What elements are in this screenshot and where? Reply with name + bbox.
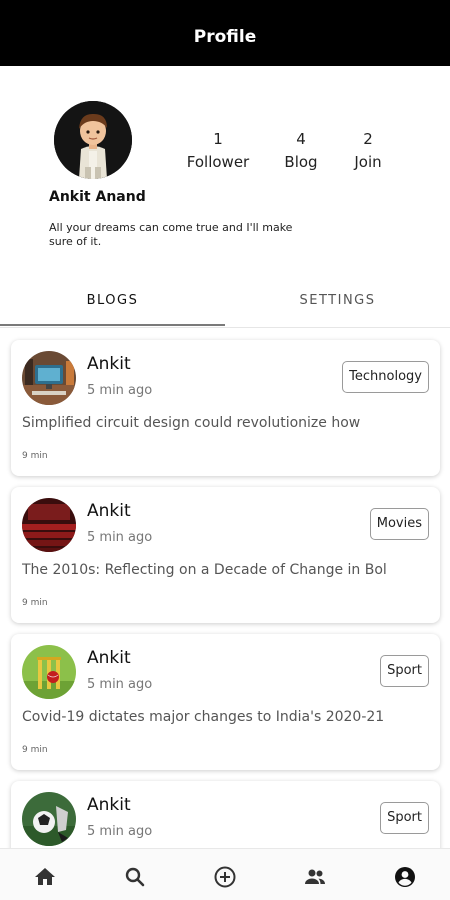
- stat-followers-label: Follower: [186, 153, 250, 171]
- cartoon-avatar-icon: [54, 101, 132, 179]
- stat-followers[interactable]: 1 Follower: [186, 129, 250, 175]
- blog-card[interactable]: Ankit 5 min ago Sport Covid-19 dictates …: [11, 634, 440, 770]
- card-title: Simplified circuit design could revoluti…: [22, 415, 361, 431]
- card-author: Ankit: [87, 795, 131, 815]
- page-title: Profile: [193, 27, 257, 47]
- cinema-thumbnail-icon: [22, 498, 76, 552]
- read-time: 9 min: [22, 745, 48, 755]
- football-thumbnail-icon: [22, 792, 76, 846]
- blog-feed[interactable]: Ankit 5 min ago Technology Simplified ci…: [0, 328, 450, 848]
- stat-followers-count: 1: [213, 130, 223, 148]
- tab-settings[interactable]: SETTINGS: [225, 280, 450, 326]
- profile-name: Ankit Anand: [49, 189, 146, 205]
- card-author: Ankit: [87, 501, 131, 521]
- account-circle-icon[interactable]: [393, 865, 417, 889]
- add-circle-icon[interactable]: [213, 865, 237, 889]
- blog-card[interactable]: Ankit 5 min ago Sport: [11, 781, 440, 848]
- category-chip[interactable]: Sport: [380, 655, 429, 687]
- card-timestamp: 5 min ago: [87, 383, 153, 398]
- profile-tabs: BLOGS SETTINGS: [0, 280, 450, 328]
- tab-active-indicator: [0, 324, 225, 326]
- profile-bio: All your dreams can come true and I'll m…: [49, 221, 293, 248]
- category-chip[interactable]: Technology: [342, 361, 429, 393]
- stat-joins-count: 2: [363, 130, 373, 148]
- stat-joins[interactable]: 2 Join: [348, 129, 388, 175]
- read-time: 9 min: [22, 451, 48, 461]
- read-time: 9 min: [22, 598, 48, 608]
- category-chip[interactable]: Movies: [369, 508, 429, 540]
- card-author: Ankit: [87, 354, 131, 374]
- card-timestamp: 5 min ago: [87, 677, 153, 692]
- stat-blogs-label: Blog: [284, 153, 318, 171]
- card-timestamp: 5 min ago: [87, 530, 153, 545]
- profile-header: 1 Follower 4 Blog 2 Join Ankit Anand All…: [0, 66, 450, 280]
- category-chip[interactable]: Sport: [380, 802, 429, 834]
- stat-joins-label: Join: [354, 153, 382, 171]
- card-author: Ankit: [87, 648, 131, 668]
- search-icon[interactable]: [123, 865, 147, 889]
- people-icon[interactable]: [303, 865, 327, 889]
- blog-card[interactable]: Ankit 5 min ago Movies The 2010s: Reflec…: [11, 487, 440, 623]
- computer-thumbnail-icon: [22, 351, 76, 405]
- blog-card[interactable]: Ankit 5 min ago Technology Simplified ci…: [11, 340, 440, 476]
- stat-blogs-count: 4: [296, 130, 306, 148]
- bottom-navigation: [0, 848, 450, 900]
- card-title: Covid-19 dictates major changes to India…: [22, 709, 385, 725]
- card-timestamp: 5 min ago: [87, 824, 153, 839]
- avatar[interactable]: [54, 101, 132, 179]
- stat-blogs[interactable]: 4 Blog: [278, 129, 324, 175]
- app-bar: Profile: [0, 0, 450, 66]
- home-icon[interactable]: [33, 865, 57, 889]
- cricket-thumbnail-icon: [22, 645, 76, 699]
- card-title: The 2010s: Reflecting on a Decade of Cha…: [22, 562, 387, 578]
- tab-blogs[interactable]: BLOGS: [0, 280, 225, 326]
